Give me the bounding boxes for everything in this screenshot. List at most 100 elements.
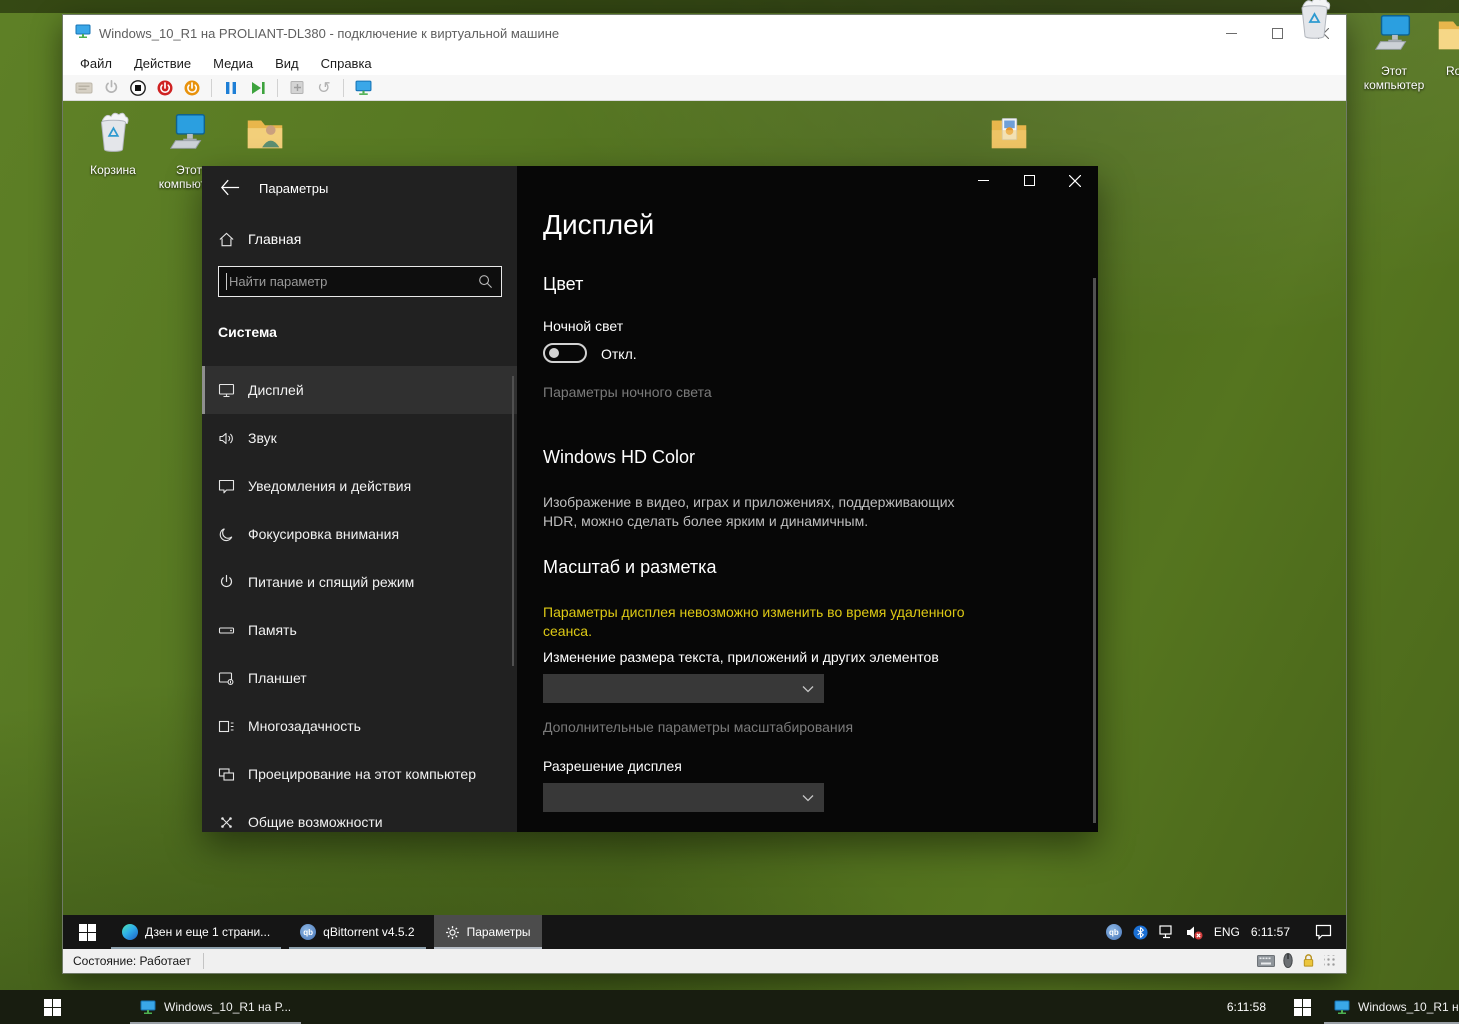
taskbar-app-qbittorrent[interactable]: qb qBittorrent v4.5.2: [289, 915, 425, 949]
sound-icon: [218, 430, 235, 447]
menu-media[interactable]: Медиа: [202, 54, 264, 73]
nav-item-storage[interactable]: Память: [202, 606, 517, 654]
nav-item-sound[interactable]: Звук: [202, 414, 517, 462]
checkpoint-icon[interactable]: [286, 78, 308, 98]
vm-connection-window: Windows_10_R1 на PROLIANT-DL380 - подклю…: [62, 14, 1347, 974]
vm-system-tray: qb ENG 6:11:57: [1106, 915, 1346, 949]
host-start-button-second-display[interactable]: [1280, 990, 1324, 1024]
this-pc-icon: [166, 109, 212, 160]
scaling-dropdown-label: Изменение размера текста, приложений и д…: [543, 649, 939, 665]
resolution-dropdown[interactable]: [543, 783, 824, 812]
bluetooth-icon[interactable]: [1133, 925, 1148, 940]
start-vm-icon[interactable]: [100, 78, 122, 98]
vm-desktop-icon-pictures-folder[interactable]: [971, 109, 1047, 160]
vm-status-text: Состояние: Работает: [73, 954, 191, 968]
save-vm-icon[interactable]: [181, 78, 203, 98]
night-light-settings-link[interactable]: Параметры ночного света: [543, 384, 712, 400]
menu-help[interactable]: Справка: [310, 54, 383, 73]
advanced-scaling-link[interactable]: Дополнительные параметры масштабирования: [543, 719, 853, 735]
settings-sidebar: Параметры Главная Систе: [202, 166, 517, 832]
nav-item-projecting[interactable]: Проецирование на этот компьютер: [202, 750, 517, 798]
search-icon[interactable]: [478, 274, 493, 289]
statusbar-indicators: [1257, 953, 1336, 968]
vm-window-title: Windows_10_R1 на PROLIANT-DL380 - подклю…: [99, 26, 559, 41]
nav-item-power-sleep[interactable]: Питание и спящий режим: [202, 558, 517, 606]
power-icon: [218, 574, 235, 591]
network-icon[interactable]: [1159, 925, 1175, 939]
revert-icon[interactable]: ↺: [313, 78, 335, 98]
taskbar-app-label: Дзен и еще 1 страни...: [145, 925, 270, 939]
vm-desktop-icon-recycle-bin[interactable]: Корзина: [75, 109, 151, 177]
maximize-icon[interactable]: [1006, 166, 1052, 195]
nav-item-display[interactable]: Дисплей: [202, 366, 517, 414]
toolbar-separator: [277, 79, 278, 97]
nav-item-multitasking[interactable]: Многозадачность: [202, 702, 517, 750]
main-scrollbar[interactable]: [1093, 278, 1096, 823]
minimize-icon[interactable]: [960, 166, 1006, 195]
nav-item-shared-experiences[interactable]: Общие возможности: [202, 798, 517, 832]
enhanced-session-icon[interactable]: [352, 78, 374, 98]
volume-muted-icon[interactable]: [1186, 925, 1203, 940]
gear-icon: [445, 925, 460, 940]
qbittorrent-tray-icon[interactable]: qb: [1106, 924, 1122, 940]
settings-window: Параметры Главная Систе: [202, 166, 1098, 832]
action-center-icon[interactable]: [1315, 924, 1332, 940]
host-desktop-icon-recycle-bin[interactable]: [1290, 0, 1342, 47]
host-start-button[interactable]: [30, 990, 74, 1024]
settings-search-input[interactable]: [219, 273, 478, 290]
vm-taskbar: Дзен и еще 1 страни... qb qBittorrent v4…: [63, 915, 1346, 949]
vm-statusbar: Состояние: Работает: [63, 947, 1346, 973]
resize-grip[interactable]: [1324, 955, 1336, 967]
host-taskbar-app-vmconnect-second[interactable]: Windows_10_R1 на P...: [1324, 990, 1459, 1024]
vm-window-titlebar[interactable]: Windows_10_R1 на PROLIANT-DL380 - подклю…: [63, 15, 1346, 51]
host-taskbar-app-vmconnect[interactable]: Windows_10_R1 на P...: [130, 990, 301, 1024]
nav-label: Питание и спящий режим: [248, 574, 414, 590]
turn-off-vm-icon[interactable]: [127, 78, 149, 98]
menu-action[interactable]: Действие: [123, 54, 202, 73]
display-icon: [218, 382, 235, 399]
settings-search-box[interactable]: [218, 266, 502, 297]
hdr-heading: Windows HD Color: [543, 447, 695, 468]
taskbar-app-settings[interactable]: Параметры: [434, 915, 542, 949]
settings-home-item[interactable]: Главная: [218, 224, 301, 254]
minimize-icon[interactable]: [1208, 15, 1254, 51]
vm-start-button[interactable]: [63, 915, 111, 949]
toggle-knob: [549, 348, 559, 358]
taskbar-app-edge[interactable]: Дзен и еще 1 страни...: [111, 915, 281, 949]
vm-desktop: Корзина Этот компьютер: [63, 101, 1346, 949]
menu-view[interactable]: Вид: [264, 54, 310, 73]
menu-file[interactable]: Файл: [69, 54, 123, 73]
vm-desktop-icon-user-folder[interactable]: [227, 109, 303, 160]
recycle-bin-icon: [1290, 0, 1338, 42]
nav-label: Фокусировка внимания: [248, 526, 399, 542]
keyboard-language[interactable]: ENG: [1214, 925, 1240, 939]
host-desktop-icon-folder[interactable]: Ron: [1421, 10, 1459, 78]
taskbar-app-label: qBittorrent v4.5.2: [323, 925, 414, 939]
vm-clock[interactable]: 6:11:57: [1251, 925, 1290, 939]
nav-item-notifications[interactable]: Уведомления и действия: [202, 462, 517, 510]
nav-item-tablet[interactable]: Планшет: [202, 654, 517, 702]
edge-browser-icon: [122, 924, 138, 940]
this-pc-icon: [1371, 10, 1417, 61]
back-icon[interactable]: [220, 179, 242, 197]
host-clock[interactable]: 6:11:58: [1213, 990, 1280, 1024]
shutdown-vm-icon[interactable]: [154, 78, 176, 98]
hyperv-app-icon: [75, 23, 91, 44]
close-icon[interactable]: [1052, 166, 1098, 195]
reset-vm-icon[interactable]: [247, 78, 269, 98]
qbittorrent-icon: qb: [300, 924, 316, 940]
running-indicator: [434, 947, 542, 949]
night-light-toggle[interactable]: [543, 343, 587, 363]
settings-window-controls: [960, 166, 1098, 195]
pause-vm-icon[interactable]: [220, 78, 242, 98]
scaling-dropdown[interactable]: [543, 674, 824, 703]
ctrl-alt-del-icon[interactable]: [73, 78, 95, 98]
sidebar-scrollbar[interactable]: [512, 376, 514, 666]
nav-label: Многозадачность: [248, 718, 361, 734]
vm-menubar: Файл Действие Медиа Вид Справка: [63, 51, 1346, 75]
desktop-icon-label: Корзина: [90, 163, 136, 177]
user-folder-icon: [242, 109, 288, 160]
remote-session-warning: Параметры дисплея невозможно изменить во…: [543, 603, 981, 641]
page-title: Дисплей: [543, 209, 654, 241]
nav-item-focus-assist[interactable]: Фокусировка внимания: [202, 510, 517, 558]
